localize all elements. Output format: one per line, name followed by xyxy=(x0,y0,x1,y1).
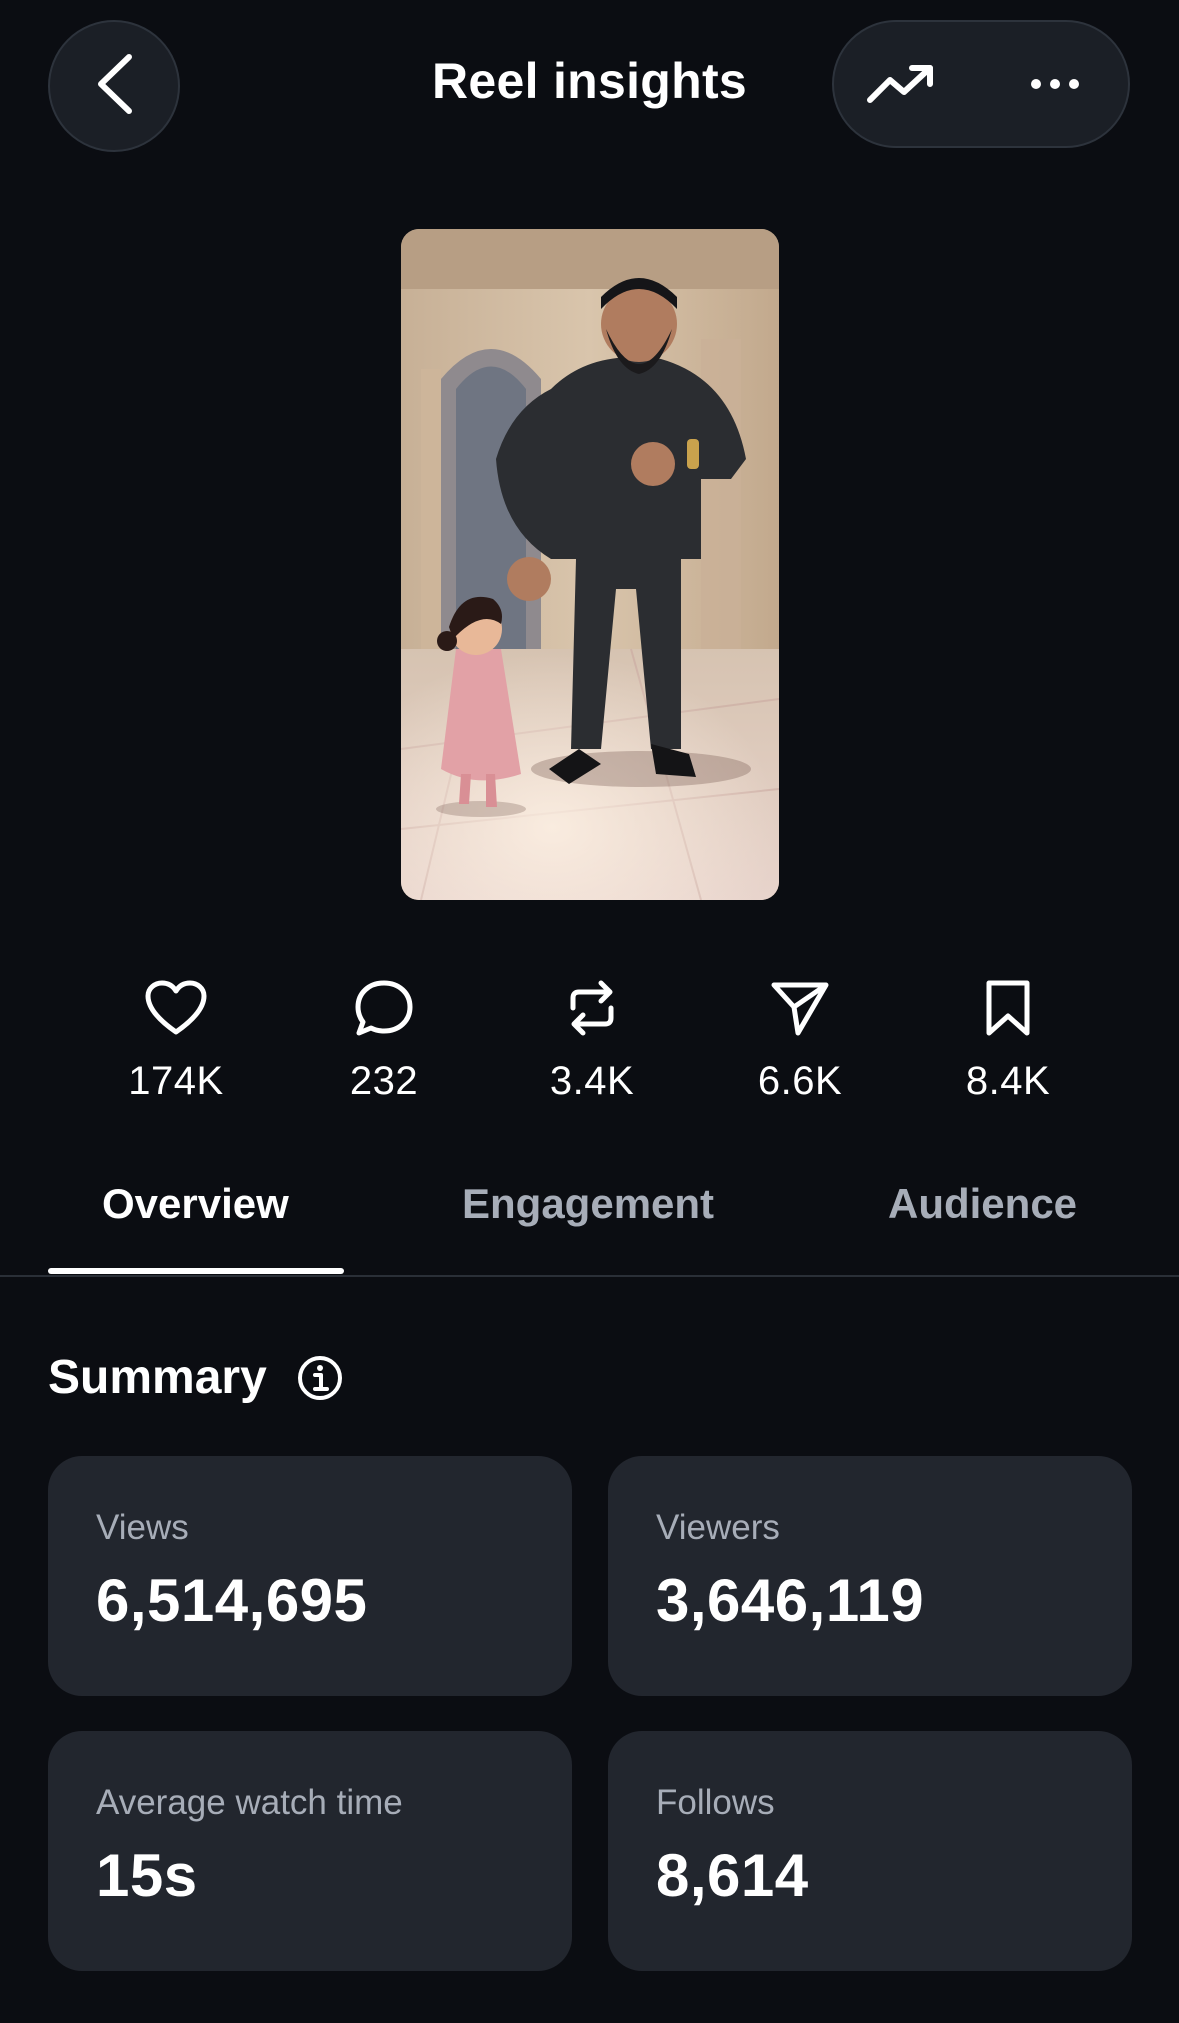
follows-label: Follows xyxy=(656,1783,775,1822)
average-watch-time-value: 15s xyxy=(96,1842,198,1909)
comment-icon xyxy=(354,975,414,1041)
likes-count: 174K xyxy=(128,1059,224,1103)
comments-count: 232 xyxy=(349,1059,419,1103)
more-horizontal-icon[interactable] xyxy=(1030,78,1080,90)
average-watch-time-label: Average watch time xyxy=(96,1783,403,1822)
tab-audience[interactable]: Audience xyxy=(888,1180,1077,1276)
info-icon[interactable] xyxy=(296,1354,344,1402)
average-watch-time-card[interactable]: Average watch time 15s xyxy=(48,1731,572,1971)
reposts-count: 3.4K xyxy=(549,1059,635,1103)
heart-icon xyxy=(145,975,207,1041)
summary-heading: Summary xyxy=(48,1351,267,1404)
shares-count: 6.6K xyxy=(757,1059,843,1103)
reel-thumbnail[interactable] xyxy=(401,229,779,900)
follows-value: 8,614 xyxy=(656,1842,809,1909)
tab-overview[interactable]: Overview xyxy=(102,1180,289,1276)
viewers-card[interactable]: Viewers 3,646,119 xyxy=(608,1456,1132,1696)
follows-card[interactable]: Follows 8,614 xyxy=(608,1731,1132,1971)
viewers-value: 3,646,119 xyxy=(656,1567,925,1634)
reel-insights-screen: Reel insights 174K 232 3.4K 6.6K 8.4K Ov… xyxy=(0,0,1179,2023)
viewers-label: Viewers xyxy=(656,1508,780,1547)
comments-stat[interactable]: 232 xyxy=(280,975,488,1104)
trending-up-icon[interactable] xyxy=(866,62,936,106)
repost-icon xyxy=(565,975,619,1041)
likes-stat[interactable]: 174K xyxy=(72,975,280,1104)
active-tab-indicator xyxy=(48,1268,344,1274)
bookmark-icon xyxy=(984,975,1032,1041)
share-icon xyxy=(770,975,830,1041)
insights-tabs: Overview Engagement Audience xyxy=(0,1180,1179,1276)
views-card[interactable]: Views 6,514,695 xyxy=(48,1456,572,1696)
saves-count: 8.4K xyxy=(965,1059,1051,1103)
reposts-stat[interactable]: 3.4K xyxy=(488,975,696,1104)
tabs-divider xyxy=(0,1275,1179,1277)
saves-stat[interactable]: 8.4K xyxy=(904,975,1112,1104)
views-value: 6,514,695 xyxy=(96,1567,368,1634)
tab-engagement[interactable]: Engagement xyxy=(462,1180,714,1276)
views-label: Views xyxy=(96,1508,189,1547)
shares-stat[interactable]: 6.6K xyxy=(696,975,904,1104)
reel-stats: 174K 232 3.4K 6.6K 8.4K xyxy=(72,975,1112,1104)
header-actions xyxy=(832,20,1130,148)
